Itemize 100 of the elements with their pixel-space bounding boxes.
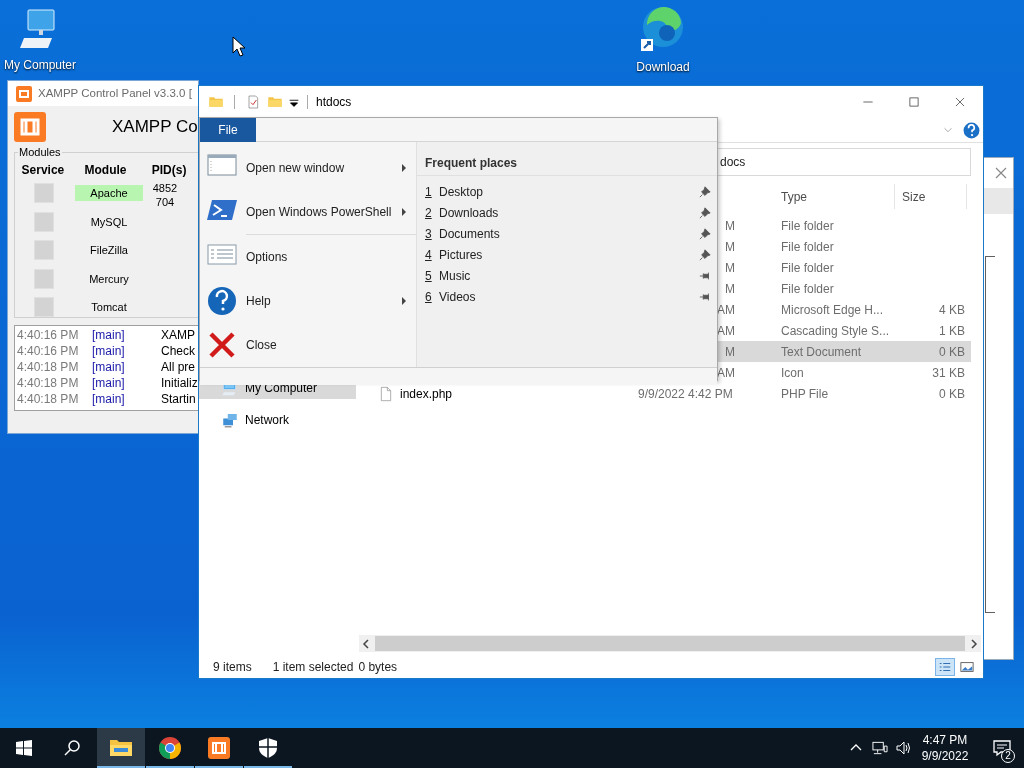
log-time: 4:40:18 PM xyxy=(16,359,80,376)
access-number: 2 xyxy=(425,204,433,222)
file-icon xyxy=(378,385,394,402)
file-date: M xyxy=(725,217,735,235)
pid-text: 4852 xyxy=(152,181,178,195)
file-size: 31 KB xyxy=(932,364,965,382)
log-time: 4:40:18 PM xyxy=(16,375,80,392)
window-title: htdocs xyxy=(316,94,352,111)
log-time: 4:40:18 PM xyxy=(16,391,80,408)
file-type: File folder xyxy=(780,238,835,256)
service-checkbox[interactable] xyxy=(34,240,54,260)
taskbar-app-button[interactable] xyxy=(97,728,145,768)
file-type: File folder xyxy=(780,217,835,235)
status-text: 0 bytes xyxy=(358,659,398,676)
menu-item[interactable]: Options xyxy=(200,235,416,279)
service-checkbox[interactable] xyxy=(34,297,54,317)
service-checkbox[interactable] xyxy=(34,211,54,232)
log-message: Check xyxy=(161,343,195,360)
volume-icon[interactable] xyxy=(896,740,912,756)
file-date: M xyxy=(725,238,735,256)
menu-item[interactable]: Help xyxy=(200,279,416,323)
access-number: 6 xyxy=(425,288,433,306)
close-icon xyxy=(207,330,237,360)
panel-heading: XAMPP Co xyxy=(112,116,198,139)
pin-icon[interactable] xyxy=(699,206,711,219)
help-icon[interactable] xyxy=(963,121,980,139)
file-row[interactable]: index.php 9/9/2022 4:42 PM PHP File 0 KB xyxy=(356,383,971,404)
clock[interactable]: 4:47 PM 9/9/2022 xyxy=(916,732,974,764)
file-name: index.php xyxy=(400,385,453,403)
file-size: 0 KB xyxy=(939,343,965,361)
access-number: 5 xyxy=(425,267,433,285)
pin-icon[interactable] xyxy=(699,227,711,240)
desktop-icon-label[interactable]: My Computer xyxy=(4,58,76,72)
column-header[interactable]: Size xyxy=(895,184,967,209)
file-type: Cascading Style S... xyxy=(780,322,891,340)
file-size: 0 KB xyxy=(939,385,965,403)
frequent-place-item[interactable]: 5 Music xyxy=(417,265,717,286)
module-name: Tomcat xyxy=(90,300,128,315)
status-text: 1 item selected xyxy=(272,659,354,676)
xampp-icon xyxy=(207,736,231,760)
log-message: Initializ xyxy=(161,375,198,392)
column-header[interactable]: Type xyxy=(774,184,895,209)
access-number: 4 xyxy=(425,246,433,264)
xampp-logo-icon xyxy=(14,112,46,142)
file-size: 4 KB xyxy=(939,301,965,319)
frequent-place-item[interactable]: 6 Videos xyxy=(417,286,717,307)
log-source: [main] xyxy=(92,343,126,360)
scrollbar-thumb[interactable] xyxy=(375,636,965,651)
pin-icon[interactable] xyxy=(699,185,711,198)
access-number: 3 xyxy=(425,225,433,243)
desktop-icon-label[interactable]: Download xyxy=(636,60,690,74)
file-type: File folder xyxy=(780,259,835,277)
frequent-place-item[interactable]: 3 Documents xyxy=(417,223,717,244)
file-date: M xyxy=(725,343,735,361)
log-message: XAMP xyxy=(161,327,195,344)
file-date: AM xyxy=(717,301,735,319)
network-icon xyxy=(221,411,239,429)
nav-item[interactable]: Network xyxy=(199,409,356,431)
log-message: All pre xyxy=(161,359,195,376)
notifications-button[interactable]: 2 xyxy=(980,728,1024,768)
close-icon xyxy=(953,95,967,109)
file-date: 9/9/2022 4:42 PM xyxy=(638,385,733,403)
file-date: M xyxy=(725,259,735,277)
column-header: Service xyxy=(20,162,66,179)
maximize-icon xyxy=(907,95,921,109)
menu-item[interactable]: Open Windows PowerShell xyxy=(200,190,416,234)
log-message: Startin xyxy=(161,391,196,408)
close-icon[interactable] xyxy=(995,167,1007,179)
access-number: 1 xyxy=(425,183,433,201)
frequent-place-item[interactable]: 1 Desktop xyxy=(417,181,717,202)
file-type: Text Document xyxy=(780,343,863,361)
log-source: [main] xyxy=(92,375,126,392)
file-type: PHP File xyxy=(780,385,830,403)
frequent-place-item[interactable]: 4 Pictures xyxy=(417,244,717,265)
pid-text: 704 xyxy=(155,195,175,209)
log-time: 4:40:16 PM xyxy=(16,327,80,344)
mouse-pointer-icon xyxy=(231,36,247,58)
file-type: File folder xyxy=(780,280,835,298)
service-checkbox[interactable] xyxy=(34,183,54,203)
window-title: XAMPP Control Panel v3.3.0 [ xyxy=(38,85,192,101)
module-name: Apache xyxy=(75,185,143,201)
log-source: [main] xyxy=(92,327,126,344)
network-icon[interactable] xyxy=(872,740,888,756)
pin-icon[interactable] xyxy=(699,248,711,261)
browser-icon xyxy=(158,736,182,760)
details-view-button[interactable] xyxy=(935,658,955,676)
horizontal-scrollbar[interactable] xyxy=(359,635,981,652)
frequent-place-item[interactable]: 2 Downloads xyxy=(417,202,717,223)
notification-count: 2 xyxy=(1001,749,1015,763)
file-date: AM xyxy=(717,364,735,382)
file-type: Microsoft Edge H... xyxy=(780,301,885,319)
file-size: 1 KB xyxy=(939,322,965,340)
menu-item[interactable]: Close xyxy=(200,323,416,367)
file-tab[interactable]: File xyxy=(200,118,256,142)
log-source: [main] xyxy=(92,391,126,408)
service-checkbox[interactable] xyxy=(34,268,54,289)
group-label: Modules xyxy=(18,146,62,158)
list-icon xyxy=(938,660,952,674)
file-type: Icon xyxy=(780,364,805,382)
menu-item[interactable]: Open new window xyxy=(200,146,416,190)
